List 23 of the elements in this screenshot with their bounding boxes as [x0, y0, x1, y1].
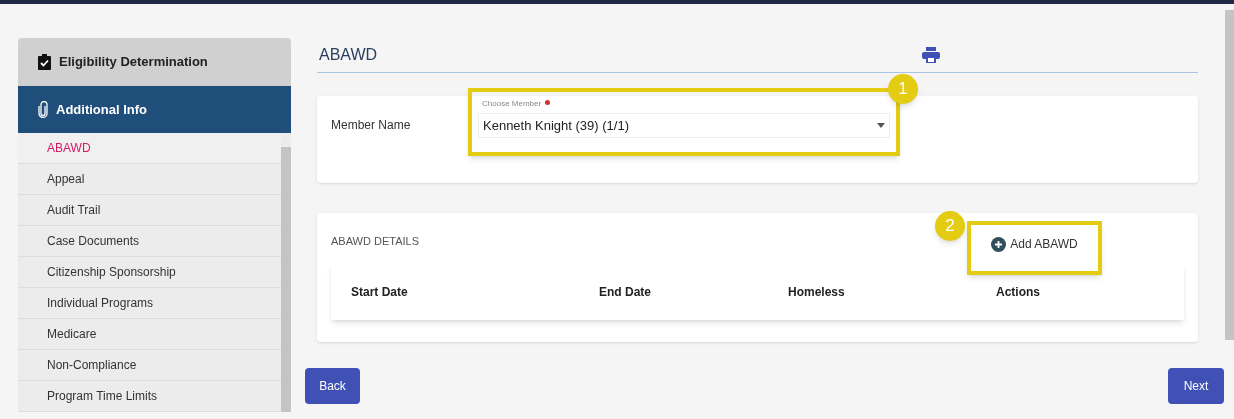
field-label: Member Name: [331, 117, 412, 134]
print-icon[interactable]: [922, 47, 940, 63]
clipboard-check-icon: [38, 54, 51, 70]
add-abawd-button[interactable]: Add ABAWD: [991, 235, 1078, 253]
sidebar-item[interactable]: ABAWD: [18, 133, 281, 164]
scrollbar[interactable]: [1225, 10, 1234, 340]
column-header: Homeless: [788, 283, 846, 301]
sidebar-section-header[interactable]: Eligibility Determination: [18, 38, 291, 86]
dropdown-caret-icon: [877, 123, 885, 128]
column-header: Actions: [996, 283, 1041, 301]
sidebar-group-header[interactable]: Additional Info: [18, 86, 291, 133]
callout-badge: 2: [935, 211, 965, 241]
section-label: Eligibility Determination: [59, 53, 208, 72]
column-header: End Date: [599, 283, 652, 301]
column-header: Start Date: [351, 283, 409, 301]
scrollbar[interactable]: [281, 147, 291, 412]
back-button[interactable]: Back: [305, 368, 360, 404]
plus-circle-icon: [991, 236, 1007, 252]
page-title: ABAWD: [319, 45, 379, 65]
callout-badge: 1: [888, 74, 918, 104]
next-button[interactable]: Next: [1168, 368, 1224, 404]
paperclip-icon: [38, 101, 48, 118]
section-title: ABAWD DETAILS: [331, 234, 421, 249]
